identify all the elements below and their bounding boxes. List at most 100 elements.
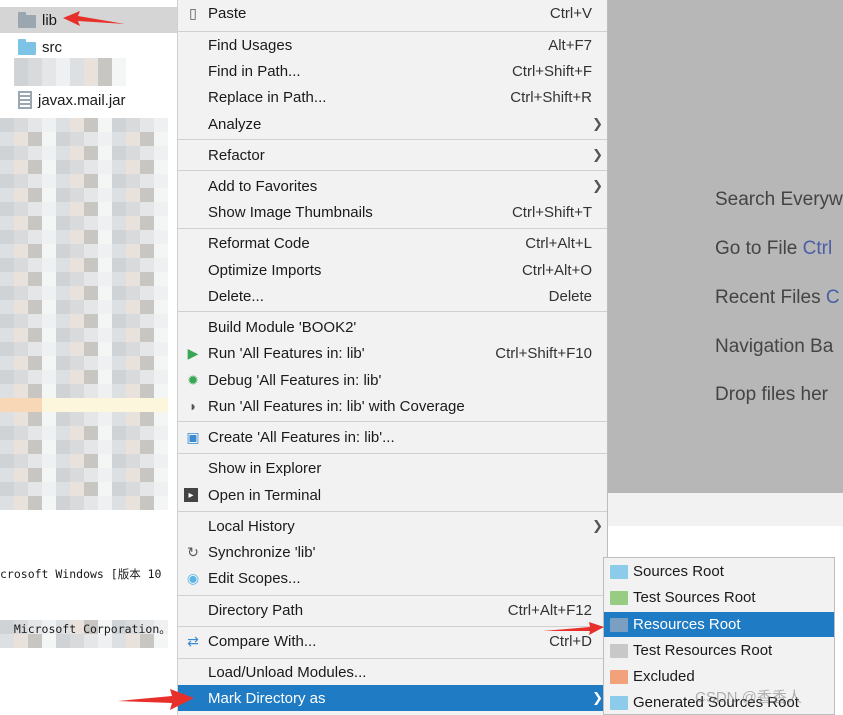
tree-item-jar[interactable]: javax.mail.jar <box>0 87 178 113</box>
mosaic-block <box>154 272 168 286</box>
mosaic-block <box>112 482 126 496</box>
chevron-right-icon: ❯ <box>592 178 603 193</box>
menu-item-optimize-imports[interactable]: Optimize Imports Ctrl+Alt+O <box>178 257 607 283</box>
mosaic-block <box>56 272 70 286</box>
menu-separator <box>178 453 607 454</box>
mosaic-block <box>98 342 112 356</box>
submenu-item-sources-root[interactable]: Sources Root <box>604 559 834 584</box>
hint-search-everywhere: Search Everyw <box>715 189 843 210</box>
mosaic-block <box>112 398 126 412</box>
mosaic-block <box>56 300 70 314</box>
mosaic-block <box>140 216 154 230</box>
menu-item-mark-directory-as[interactable]: Mark Directory as ❯ <box>178 685 607 711</box>
menu-item-label: Find in Path... <box>208 62 301 80</box>
menu-item-refactor[interactable]: Refactor ❯ <box>178 142 607 168</box>
mosaic-block <box>14 202 28 216</box>
mosaic-block <box>154 314 168 328</box>
shortcut-label: Ctrl+Alt+O <box>521 261 592 279</box>
sync-icon: ↻ <box>187 543 199 560</box>
menu-item-add-to-favorites[interactable]: Add to Favorites ❯ <box>178 173 607 199</box>
tool-strip <box>607 493 843 526</box>
mosaic-block <box>70 482 84 496</box>
mosaic-block <box>70 496 84 510</box>
shortcut-label: Ctrl+Alt+L <box>525 234 592 252</box>
mosaic-block <box>84 216 98 230</box>
mosaic-block <box>112 272 126 286</box>
mosaic-block <box>56 58 70 72</box>
hint-go-to-file: Go to File Ctrl <box>715 238 833 259</box>
menu-item-label: Analyze <box>208 115 262 133</box>
menu-item-analyze[interactable]: Analyze ❯ <box>178 111 607 137</box>
menu-item-synchronize-lib[interactable]: ↻ Synchronize 'lib' <box>178 539 607 565</box>
menu-item-show-image-thumbnails[interactable]: Show Image Thumbnails Ctrl+Shift+T <box>178 199 607 225</box>
menu-item-open-in-terminal[interactable]: ▸ Open in Terminal <box>178 482 607 508</box>
shortcut-label: Ctrl+Shift+F <box>511 62 592 80</box>
mosaic-block <box>0 412 14 426</box>
mosaic-block <box>42 356 56 370</box>
mosaic-block <box>28 300 42 314</box>
menu-item-find-in-path[interactable]: Find in Path... Ctrl+Shift+F <box>178 58 607 84</box>
menu-item-local-history[interactable]: Local History ❯ <box>178 513 607 539</box>
mosaic-block <box>28 426 42 440</box>
mosaic-block <box>0 132 14 146</box>
mosaic-block <box>28 468 42 482</box>
menu-item-load-unload-modules[interactable]: Load/Unload Modules... <box>178 659 607 685</box>
submenu-item-test-resources-root[interactable]: Test Resources Root <box>604 638 834 663</box>
menu-item-directory-path[interactable]: Directory Path Ctrl+Alt+F12 <box>178 597 607 623</box>
mosaic-block <box>14 72 28 86</box>
mosaic-block <box>126 258 140 272</box>
menu-item-label: Mark Directory as <box>208 689 326 707</box>
menu-item-delete[interactable]: Delete... Delete <box>178 283 607 309</box>
mosaic-block <box>70 58 84 72</box>
tree-item-label: src <box>42 38 62 56</box>
mosaic-block <box>70 398 84 412</box>
menu-item-edit-scopes[interactable]: ◉ Edit Scopes... <box>178 565 607 591</box>
mosaic-block <box>56 132 70 146</box>
mosaic-block <box>42 482 56 496</box>
mosaic-block <box>98 258 112 272</box>
menu-item-build-module-book2[interactable]: Build Module 'BOOK2' <box>178 314 607 340</box>
mosaic-block <box>70 370 84 384</box>
mosaic-block <box>56 384 70 398</box>
mosaic-block <box>28 272 42 286</box>
mosaic-block <box>56 188 70 202</box>
mosaic-block <box>0 118 14 132</box>
menu-item-compare-with[interactable]: ⇄ Compare With... Ctrl+D <box>178 628 607 654</box>
mosaic-block <box>28 454 42 468</box>
chevron-right-icon: ❯ <box>592 147 603 162</box>
menu-item-debug-all-features-in-lib[interactable]: ✹ Debug 'All Features in: lib' <box>178 367 607 393</box>
mosaic-block <box>126 412 140 426</box>
menu-item-run-all-features-in-lib-with-coverage[interactable]: ◗ Run 'All Features in: lib' with Coverag… <box>178 393 607 419</box>
menu-item-find-usages[interactable]: Find Usages Alt+F7 <box>178 32 607 58</box>
mosaic-block <box>14 454 28 468</box>
mosaic-block <box>154 426 168 440</box>
menu-item-paste[interactable]: ▯ Paste Ctrl+V <box>178 0 607 26</box>
mosaic-block <box>112 454 126 468</box>
tree-item-src[interactable]: src <box>0 34 178 60</box>
menu-item-replace-in-path[interactable]: Replace in Path... Ctrl+Shift+R <box>178 84 607 110</box>
mosaic-block <box>140 188 154 202</box>
mosaic-block <box>154 258 168 272</box>
mosaic-block <box>70 146 84 160</box>
mosaic-block <box>28 314 42 328</box>
menu-item-run-all-features-in-lib[interactable]: ▶ Run 'All Features in: lib' Ctrl+Shift+F1… <box>178 340 607 366</box>
mosaic-block <box>28 244 42 258</box>
menu-item-reformat-code[interactable]: Reformat Code Ctrl+Alt+L <box>178 230 607 256</box>
menu-item-create-all-features-in-lib[interactable]: ▣ Create 'All Features in: lib'... <box>178 424 607 450</box>
mosaic-block <box>126 454 140 468</box>
menu-item-label: Directory Path <box>208 601 304 619</box>
mosaic-block <box>28 286 42 300</box>
mosaic-block <box>14 216 28 230</box>
mosaic-block <box>112 174 126 188</box>
mosaic-block <box>42 328 56 342</box>
mosaic-block <box>112 440 126 454</box>
submenu-item-resources-root[interactable]: Resources Root <box>604 612 834 637</box>
shortcut-label: Ctrl+Shift+F10 <box>495 344 592 362</box>
mosaic-block <box>14 58 28 72</box>
mosaic-block <box>0 188 14 202</box>
submenu-item-test-sources-root[interactable]: Test Sources Root <box>604 585 834 610</box>
menu-item-show-in-explorer[interactable]: Show in Explorer <box>178 455 607 481</box>
shortcut-label: Ctrl+V <box>549 4 592 22</box>
mosaic-block <box>14 384 28 398</box>
menu-separator <box>178 311 607 312</box>
